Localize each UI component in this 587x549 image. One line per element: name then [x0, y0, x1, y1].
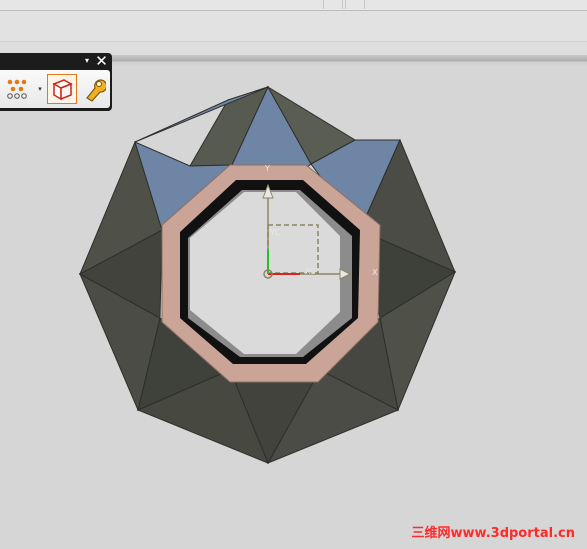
- x-axis-label: X: [372, 268, 378, 277]
- floating-toolbar: ▾ ✕ ▾: [0, 53, 112, 111]
- close-button[interactable]: ✕: [94, 54, 109, 69]
- xc-axis-label: XC: [305, 267, 316, 276]
- watermark-text: 三维网www.3dportal.cn: [411, 526, 575, 541]
- toolbar-titlebar[interactable]: ▾ ✕: [0, 53, 112, 70]
- toolbar-options-caret[interactable]: ▾: [82, 56, 92, 66]
- cube-icon: [52, 79, 73, 101]
- y-axis-label: Y: [265, 164, 270, 173]
- yc-axis-label: YC: [270, 228, 281, 237]
- toolbar-body: ▾: [0, 70, 110, 108]
- customize-button[interactable]: [80, 74, 108, 104]
- view-cube-button[interactable]: [47, 74, 77, 104]
- point-set-button[interactable]: [4, 74, 30, 104]
- wrench-icon: [86, 79, 108, 102]
- point-set-dropdown[interactable]: ▾: [36, 74, 44, 104]
- point-set-icon: [7, 79, 27, 99]
